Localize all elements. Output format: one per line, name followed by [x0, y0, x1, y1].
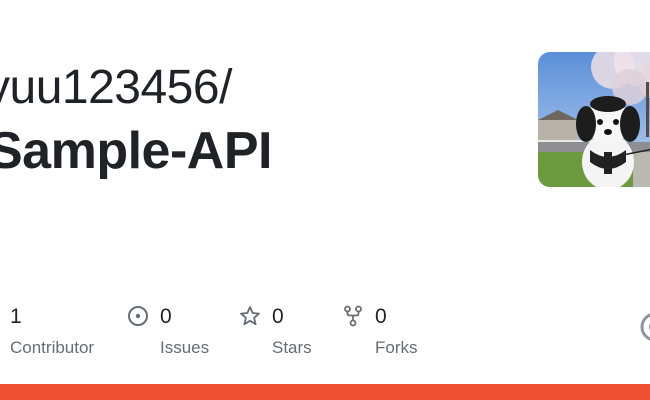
issues-count: 0 [160, 305, 172, 328]
contributors-label: Contributor [10, 338, 95, 357]
repo-name: Sample-API [0, 122, 272, 180]
forks-count: 0 [375, 305, 387, 328]
repo-forked-icon [342, 305, 364, 327]
stars-label: Stars [272, 338, 312, 357]
stars-count: 0 [272, 305, 284, 328]
contributors-count: 1 [10, 305, 22, 328]
dog-photo-image [538, 52, 650, 187]
repo-owner: yuu123456/ [0, 61, 232, 114]
issues-label: Issues [160, 338, 210, 357]
star-icon [239, 305, 261, 327]
forks-label: Forks [375, 338, 418, 357]
github-logo-icon[interactable] [640, 312, 650, 342]
owner-avatar [538, 52, 650, 187]
bottom-accent-bar [0, 384, 650, 400]
issue-opened-icon [127, 305, 149, 327]
